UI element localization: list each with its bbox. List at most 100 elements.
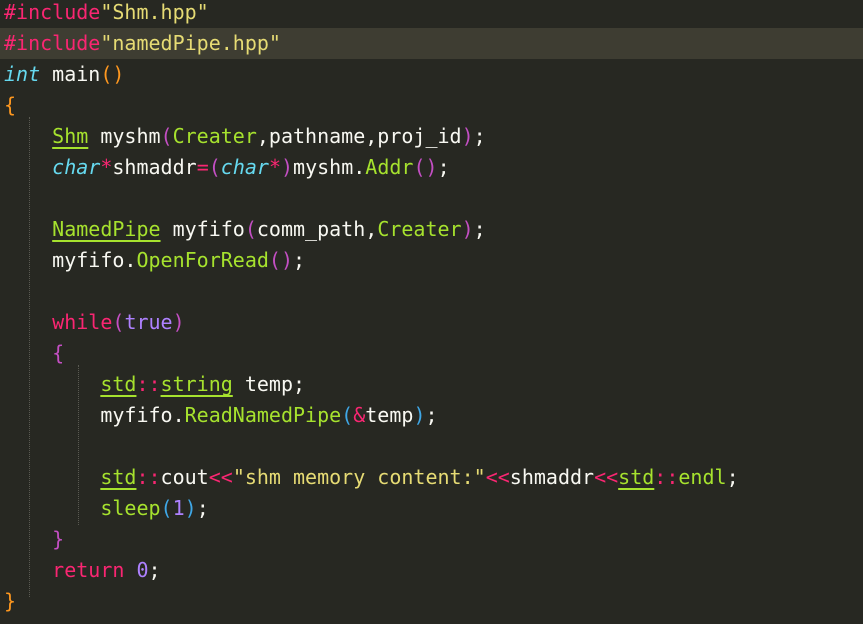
code-line[interactable]: return 0;: [0, 555, 863, 586]
code-token: {: [4, 93, 17, 117]
code-token: "shm memory content:": [232, 465, 486, 489]
code-line[interactable]: NamedPipe myfifo(comm_path,Creater);: [0, 214, 863, 245]
code-token: ::: [136, 372, 161, 396]
code-editor[interactable]: } return 0; } sleep(1); std::cout<<"shm …: [0, 0, 863, 624]
code-line[interactable]: std::string temp;: [0, 369, 863, 400]
indent-guide-inner: [78, 365, 79, 525]
code-token: 0: [136, 558, 149, 582]
code-token: std: [618, 465, 655, 489]
code-token: }: [52, 527, 65, 551]
code-token: Creater: [377, 217, 462, 241]
code-token: ;: [473, 217, 486, 241]
code-token: ::: [654, 465, 679, 489]
code-token: NamedPipe: [52, 217, 161, 241]
code-token: sleep: [100, 496, 161, 520]
code-line[interactable]: std::cout<<"shm memory content:"<<shmadd…: [0, 462, 863, 493]
code-token: cout: [160, 465, 209, 489]
code-token: temp;: [232, 372, 306, 396]
code-token: main: [40, 62, 101, 86]
code-line[interactable]: sleep(1);: [0, 493, 863, 524]
code-line[interactable]: #include"Shm.hpp": [0, 0, 863, 28]
code-token: *: [268, 155, 281, 179]
code-token: ReadNamedPipe: [184, 403, 342, 427]
code-token: "Shm.hpp": [100, 0, 209, 24]
code-token: ;: [473, 124, 486, 148]
code-token: while: [52, 310, 113, 334]
code-line[interactable]: myfifo.OpenForRead();: [0, 245, 863, 276]
code-line[interactable]: while(true): [0, 307, 863, 338]
code-token: ): [172, 310, 185, 334]
code-line[interactable]: [0, 276, 863, 307]
code-token: *: [100, 155, 113, 179]
code-token: comm_path,: [256, 217, 378, 241]
code-line[interactable]: {: [0, 338, 863, 369]
code-token: (): [268, 248, 293, 272]
code-token: ;: [437, 155, 450, 179]
code-token: "namedPipe.hpp": [100, 31, 281, 55]
code-token: endl: [678, 465, 727, 489]
code-token: <<: [594, 465, 619, 489]
code-line[interactable]: {: [0, 90, 863, 121]
code-token: std: [100, 372, 137, 396]
code-token: 1: [172, 496, 185, 520]
code-token: Shm: [52, 124, 89, 148]
code-token: temp: [365, 403, 414, 427]
code-line[interactable]: int main(): [0, 59, 863, 90]
code-token: ;: [196, 496, 209, 520]
code-token: (): [100, 62, 125, 86]
code-line[interactable]: [0, 431, 863, 462]
code-token: ): [184, 496, 197, 520]
code-token: char: [220, 155, 269, 179]
code-token: myshm: [88, 124, 161, 148]
code-token: ): [461, 124, 474, 148]
code-token: string: [160, 372, 233, 396]
code-token: <<: [208, 465, 233, 489]
indent-guide-outer: [29, 117, 30, 597]
code-token: Creater: [172, 124, 257, 148]
code-token: {: [52, 341, 65, 365]
code-token: (: [112, 310, 125, 334]
code-token: myfifo.: [4, 248, 137, 272]
code-token: #include: [4, 0, 101, 24]
code-token: return: [52, 558, 125, 582]
code-token: ;: [148, 558, 161, 582]
code-token: ,pathname,proj_id: [256, 124, 462, 148]
code-token: (: [160, 496, 173, 520]
code-token: true: [124, 310, 173, 334]
code-token: char: [52, 155, 101, 179]
code-token: =: [196, 155, 209, 179]
code-line[interactable]: }: [0, 524, 863, 555]
code-token: (: [208, 155, 221, 179]
code-token: ;: [726, 465, 739, 489]
code-token: ;: [293, 248, 306, 272]
code-token: int: [4, 62, 41, 86]
code-line[interactable]: myfifo.ReadNamedPipe(&temp);: [0, 400, 863, 431]
code-line[interactable]: #include"namedPipe.hpp": [0, 28, 863, 59]
code-token: ;: [425, 403, 438, 427]
code-line[interactable]: [0, 183, 863, 214]
code-token: shmaddr: [112, 155, 197, 179]
code-token: ): [461, 217, 474, 241]
code-token: (): [413, 155, 438, 179]
code-token: #include: [4, 31, 101, 55]
code-token: shmaddr: [509, 465, 595, 489]
code-token: myfifo: [160, 217, 245, 241]
code-token: <<: [485, 465, 510, 489]
code-token: std: [100, 465, 137, 489]
code-token: myshm.: [293, 155, 366, 179]
code-line[interactable]: Shm myshm(Creater,pathname,proj_id);: [0, 121, 863, 152]
code-token: ): [281, 155, 294, 179]
code-token: }: [4, 589, 17, 613]
code-token: OpenForRead: [136, 248, 269, 272]
code-token: ::: [136, 465, 161, 489]
code-line[interactable]: }: [0, 586, 863, 617]
code-token: (: [160, 124, 173, 148]
code-token: ): [413, 403, 426, 427]
code-token: &: [353, 403, 366, 427]
code-token: (: [244, 217, 257, 241]
code-line[interactable]: char*shmaddr=(char*)myshm.Addr();: [0, 152, 863, 183]
